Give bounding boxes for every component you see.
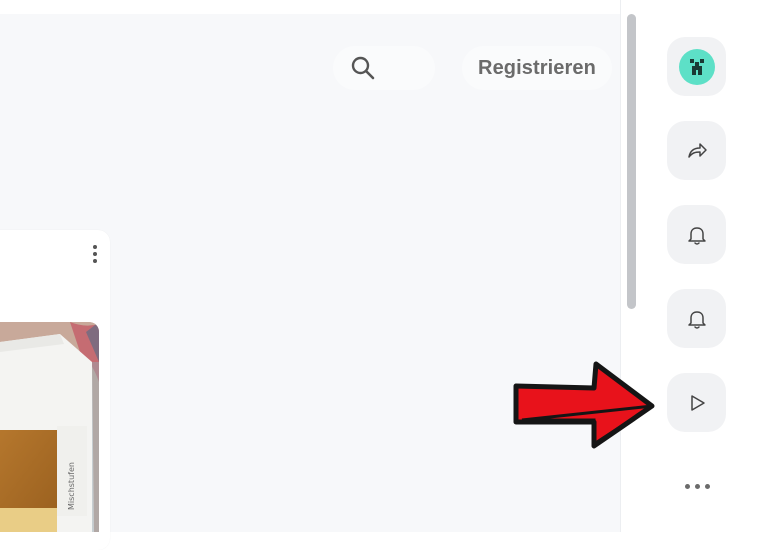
handwriting-label: Mischstufen xyxy=(67,462,76,510)
bell-icon xyxy=(687,226,706,245)
play-button[interactable] xyxy=(667,373,726,432)
pin-image[interactable]: Mischstufen xyxy=(0,322,99,532)
play-icon xyxy=(690,394,705,411)
register-label: Registrieren xyxy=(478,56,596,79)
alerts-button[interactable] xyxy=(667,289,726,348)
share-icon xyxy=(687,142,707,158)
pin-image-graphic: Mischstufen xyxy=(0,322,99,532)
bell-icon xyxy=(687,310,706,329)
avatar-icon xyxy=(678,48,715,85)
scrollbar-thumb[interactable] xyxy=(627,14,636,309)
share-button[interactable] xyxy=(667,121,726,180)
profile-button[interactable] xyxy=(667,37,726,96)
register-button[interactable]: Registrieren xyxy=(462,46,612,90)
more-horizontal-icon[interactable] xyxy=(680,478,714,494)
search-icon xyxy=(351,56,375,80)
notifications-button[interactable] xyxy=(667,205,726,264)
more-vertical-icon[interactable] xyxy=(88,241,102,267)
search-button[interactable] xyxy=(333,46,435,90)
red-arrow-icon xyxy=(513,361,655,449)
